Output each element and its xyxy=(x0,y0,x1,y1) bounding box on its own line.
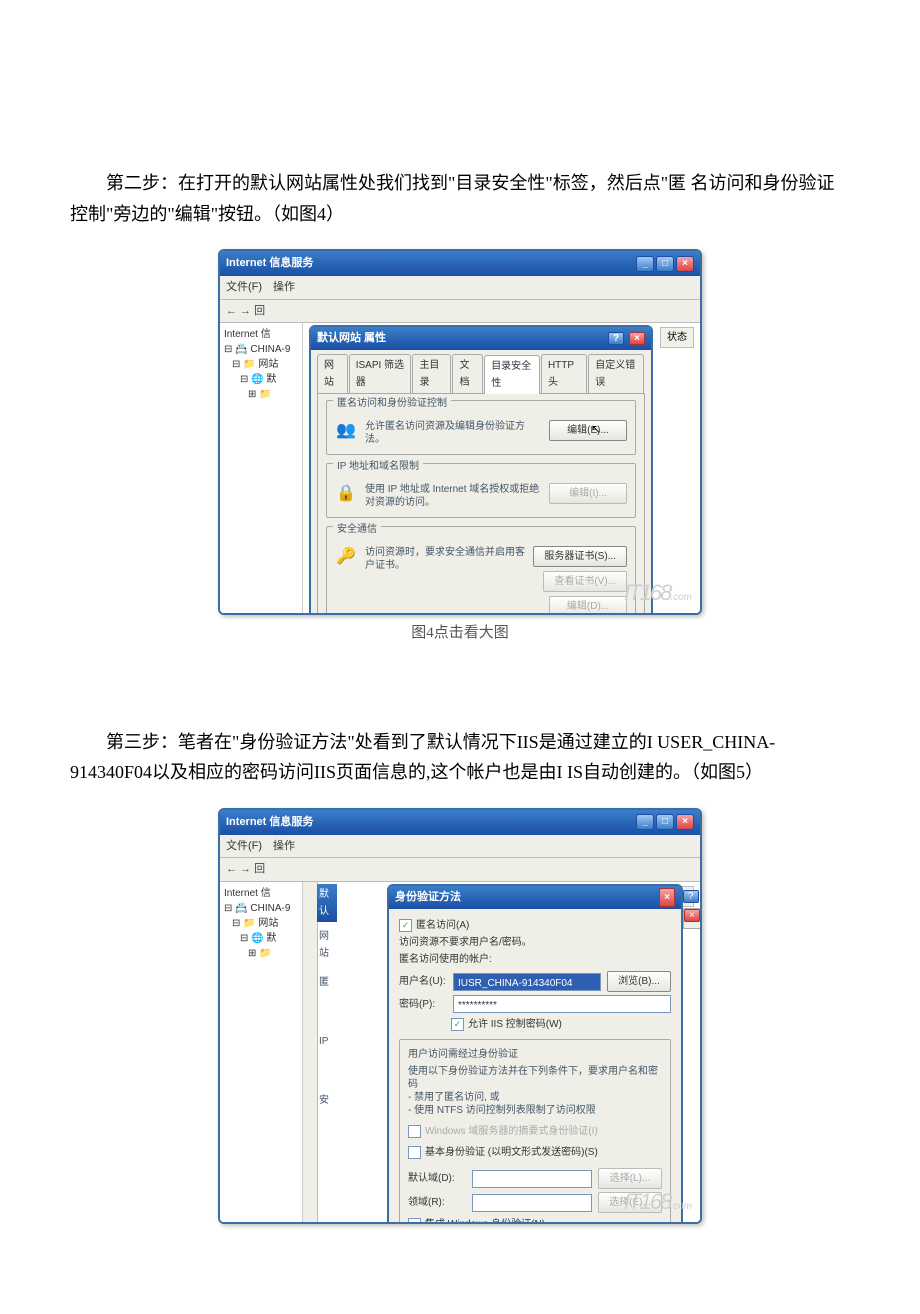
tree-item[interactable]: ⊞ 📁 xyxy=(222,387,300,402)
menubar[interactable]: 文件(F) 操作 xyxy=(220,276,700,300)
username-input[interactable]: IUSR_CHINA-914340F04 xyxy=(453,973,601,991)
tab-docs[interactable]: 文档 xyxy=(452,354,483,393)
chk-iis-control-pwd[interactable]: ✓ 允许 IIS 控制密码(W) xyxy=(451,1016,562,1033)
sec-edit-button[interactable]: 编辑(D)... xyxy=(549,596,627,615)
label-realm: 默认域(D): xyxy=(408,1170,466,1187)
tree-root[interactable]: Internet 信 xyxy=(222,327,300,342)
ip-edit-button[interactable]: 编辑(I)... xyxy=(549,483,627,504)
label-password: 密码(P): xyxy=(399,996,447,1013)
label-domain: 领域(R): xyxy=(408,1194,466,1211)
group-ip-restrict: IP 地址和域名限制 🔒 使用 IP 地址或 Internet 域名授权或拒绝对… xyxy=(326,463,636,518)
users-icon: 👥 xyxy=(335,420,357,442)
min-button[interactable]: _ xyxy=(636,256,654,272)
watermark: IT168.com xyxy=(624,574,692,611)
figure5: Internet 信息服务 _ □ × 文件(F) 操作 ← → 回 Inter… xyxy=(70,808,850,1224)
tab-isapi[interactable]: ISAPI 筛选器 xyxy=(349,354,412,393)
auth-title: 身份验证方法 xyxy=(395,888,461,907)
realm-input[interactable] xyxy=(472,1170,592,1188)
tree-host[interactable]: ⊟ 📇 CHINA-9 xyxy=(222,342,300,357)
props-close-right[interactable]: × xyxy=(684,909,700,922)
authacc-desc: 使用以下身份验证方法并在下列条件下，要求用户名和密码 - 禁用了匿名访问, 或 … xyxy=(408,1065,662,1117)
tab-custom-errors[interactable]: 自定义错误 xyxy=(588,354,644,393)
group-secure-comm: 安全通信 🔑 访问资源时，要求安全通信并启用客户证书。 服务器证书(S)... … xyxy=(326,526,636,615)
props-edge-tab-net: 网站 xyxy=(317,922,337,968)
key-icon: 🔑 xyxy=(335,546,357,568)
group-ip-title: IP 地址和域名限制 xyxy=(333,458,423,475)
auth-methods-dialog: 身份验证方法 × ✓ 匿名访问(A) 访问资源不要求用户名/密码。 匿名访问使用… xyxy=(387,884,683,1224)
domain-input[interactable] xyxy=(472,1194,592,1212)
anon-desc-1: 访问资源不要求用户名/密码。 xyxy=(399,934,671,951)
props-dialog-edge xyxy=(303,882,318,1222)
menubar-5[interactable]: 文件(F) 操作 xyxy=(220,835,700,859)
view-cert-button[interactable]: 查看证书(V)... xyxy=(543,571,627,592)
label-username: 用户名(U): xyxy=(399,973,447,990)
toolbar[interactable]: ← → 回 xyxy=(220,300,700,324)
max-button-5[interactable]: □ xyxy=(656,814,674,830)
sec-desc: 访问资源时，要求安全通信并启用客户证书。 xyxy=(365,546,525,572)
anon-desc-2: 匿名访问使用的帐户: xyxy=(399,951,671,968)
group-anon-title: 匿名访问和身份验证控制 xyxy=(333,395,451,412)
iis-title-5: Internet 信息服务 xyxy=(226,813,313,832)
iis-title: Internet 信息服务 xyxy=(226,254,313,273)
ip-desc: 使用 IP 地址或 Internet 域名授权或拒绝对资源的访问。 xyxy=(365,483,541,509)
status-header: 状态 xyxy=(660,327,694,348)
chk-basic[interactable]: 基本身份验证 (以明文形式发送密码)(S) xyxy=(408,1144,598,1161)
tree-default[interactable]: ⊟ 🌐 默 xyxy=(222,372,300,387)
authacc-title: 用户访问需经过身份验证 xyxy=(408,1046,662,1063)
iis-window-fig5: Internet 信息服务 _ □ × 文件(F) 操作 ← → 回 Inter… xyxy=(218,808,702,1224)
close-button-5[interactable]: × xyxy=(676,814,694,830)
figure4-caption: 图4点击看大图 xyxy=(70,621,850,647)
iis-titlebar: Internet 信息服务 _ □ × xyxy=(220,251,700,276)
tab-homedir[interactable]: 主目录 xyxy=(412,354,451,393)
chk-ntlm[interactable]: 集成 Windows 身份验证(N) xyxy=(408,1216,545,1224)
tree-host-5[interactable]: ⊟ 📇 CHINA-9 xyxy=(222,901,300,916)
properties-dialog: 默认网站 属性 ? × 网站 ISAPI 筛选器 主目录 文档 目录安全性 xyxy=(309,325,653,615)
group-anon-auth: 匿名访问和身份验证控制 👥 允许匿名访问资源及编辑身份验证方法。 编辑(E)..… xyxy=(326,400,636,455)
toolbar-5[interactable]: ← → 回 xyxy=(220,858,700,882)
iis-titlebar-5: Internet 信息服务 _ □ × xyxy=(220,810,700,835)
anon-edit-button[interactable]: 编辑(E)... xyxy=(549,420,627,441)
props-edge-anon: 匿 xyxy=(317,968,337,997)
tab-website[interactable]: 网站 xyxy=(317,354,348,393)
cursor-icon: ↖ xyxy=(591,419,601,439)
props-title: 默认网站 属性 xyxy=(317,329,386,348)
watermark-5: IT168.com xyxy=(624,1183,692,1220)
password-input[interactable]: ********** xyxy=(453,995,671,1013)
tree-root-5[interactable]: Internet 信 xyxy=(222,886,300,901)
props-help-right[interactable]: ? xyxy=(683,890,699,903)
close-button[interactable]: × xyxy=(676,256,694,272)
tree-view-5[interactable]: Internet 信 ⊟ 📇 CHINA-9 ⊟ 📁 网站 ⊟ 🌐 默 ⊞ 📁 xyxy=(220,882,303,1222)
tab-dir-security[interactable]: 目录安全性 xyxy=(484,355,540,394)
props-close-button[interactable]: × xyxy=(629,332,645,345)
lock-icon: 🔒 xyxy=(335,483,357,505)
max-button[interactable]: □ xyxy=(656,256,674,272)
anon-desc: 允许匿名访问资源及编辑身份验证方法。 xyxy=(365,420,541,446)
browse-button[interactable]: 浏览(B)... xyxy=(607,971,671,992)
props-edge-title: 默认 xyxy=(317,884,337,922)
step3-text: 第三步：笔者在"身份验证方法"处看到了默认情况下IIS是通过建立的I USER_… xyxy=(70,727,850,788)
tree-view[interactable]: Internet 信 ⊟ 📇 CHINA-9 ⊟ 📁 网站 ⊟ 🌐 默 ⊞ 📁 xyxy=(220,323,303,613)
group-sec-title: 安全通信 xyxy=(333,521,381,538)
tree-item-5[interactable]: ⊞ 📁 xyxy=(222,946,300,961)
tree-sites[interactable]: ⊟ 📁 网站 xyxy=(222,357,300,372)
chk-digest[interactable]: Windows 域服务器的摘要式身份验证(I) xyxy=(408,1123,598,1140)
tree-sites-5[interactable]: ⊟ 📁 网站 xyxy=(222,916,300,931)
auth-close-button[interactable]: × xyxy=(659,888,675,907)
step2-text: 第二步：在打开的默认网站属性处我们找到"目录安全性"标签，然后点"匿 名访问和身… xyxy=(70,168,850,229)
chk-anonymous[interactable]: ✓ 匿名访问(A) xyxy=(399,917,469,934)
server-cert-button[interactable]: 服务器证书(S)... xyxy=(533,546,627,567)
figure4: Internet 信息服务 _ □ × 文件(F) 操作 ← → 回 Inter… xyxy=(70,249,850,647)
min-button-5[interactable]: _ xyxy=(636,814,654,830)
tree-default-5[interactable]: ⊟ 🌐 默 xyxy=(222,931,300,946)
props-help-button[interactable]: ? xyxy=(608,332,624,345)
tab-http-head[interactable]: HTTP 头 xyxy=(541,354,587,393)
props-edge-sec: 安 xyxy=(317,1056,337,1115)
iis-window-fig4: Internet 信息服务 _ □ × 文件(F) 操作 ← → 回 Inter… xyxy=(218,249,702,615)
props-edge-ip: IP xyxy=(317,997,337,1056)
